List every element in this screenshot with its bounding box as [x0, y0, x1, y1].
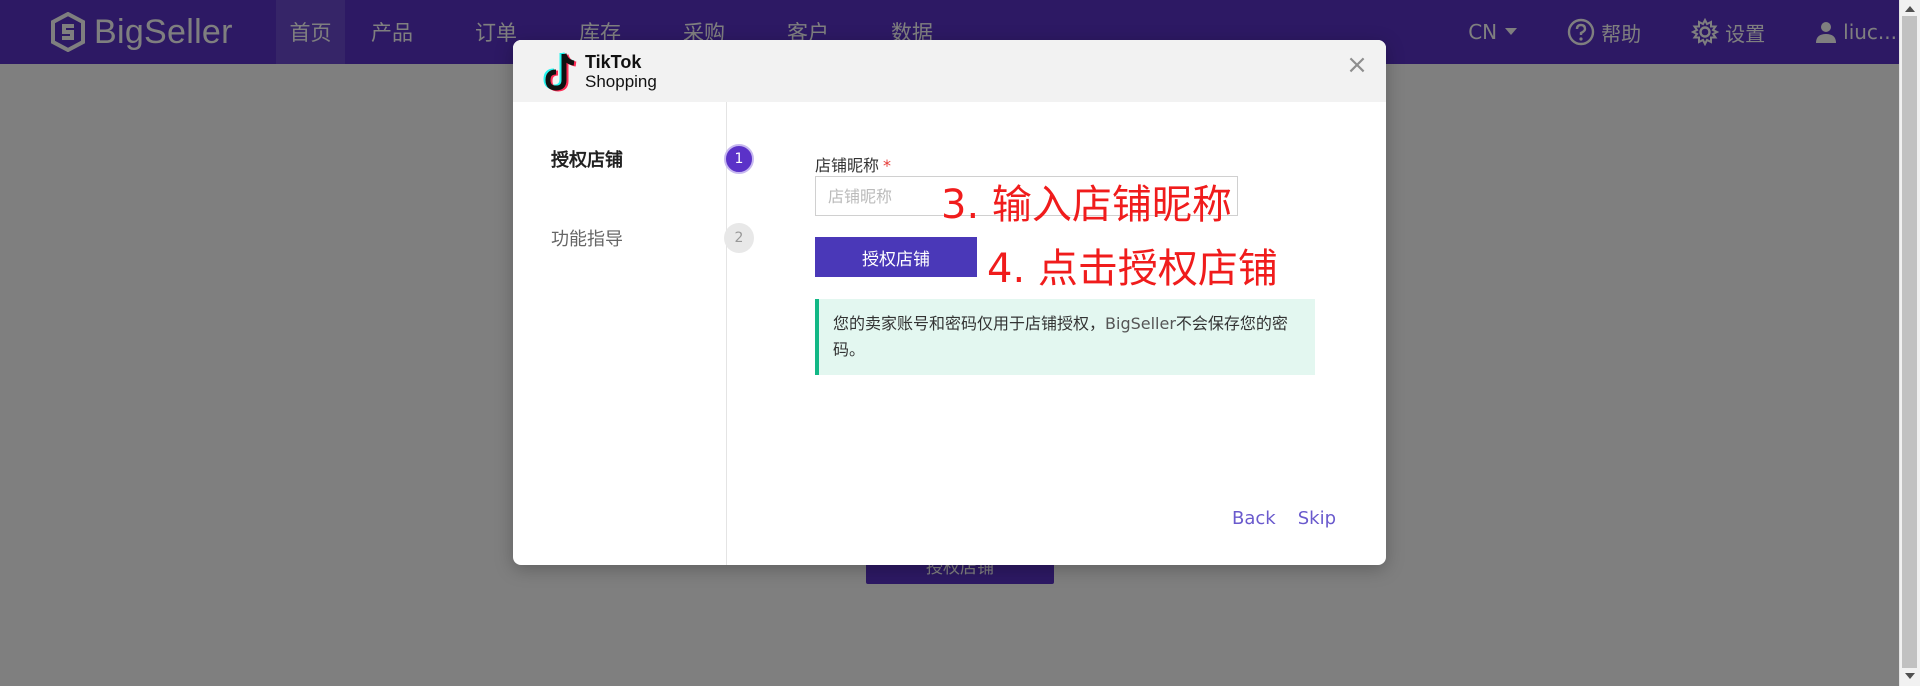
- tiktok-logo-line1: TikTok: [585, 52, 642, 72]
- modal-footer-links: Back Skip: [1210, 508, 1336, 529]
- annotation-step3: 3. 输入店铺昵称: [941, 182, 1232, 228]
- step-item-authorize[interactable]: 授权店铺 1: [551, 144, 754, 174]
- step-number-badge: 2: [724, 223, 754, 253]
- annotation-step4: 4. 点击授权店铺: [987, 246, 1278, 292]
- notice-text-pre: 您的卖家账号和密码仅用于店铺授权，: [833, 314, 1106, 333]
- tiktok-icon: [543, 52, 577, 92]
- back-link[interactable]: Back: [1232, 508, 1276, 529]
- tiktok-shopping-logo: TikTok Shopping: [543, 50, 657, 94]
- step-number-badge: 1: [724, 144, 754, 174]
- close-icon[interactable]: ×: [1346, 52, 1368, 78]
- step-label: 授权店铺: [551, 150, 623, 171]
- skip-link[interactable]: Skip: [1298, 508, 1336, 529]
- auth-form: 店铺昵称* 3. 输入店铺昵称 授权店铺 4. 点击授权店铺 您的卖家账号和密码…: [815, 152, 1345, 375]
- step-item-guide[interactable]: 功能指导 2: [551, 223, 754, 253]
- field-label-text: 店铺昵称: [815, 156, 880, 175]
- authorize-store-button[interactable]: 授权店铺: [815, 237, 977, 277]
- step-label: 功能指导: [551, 229, 623, 250]
- security-notice: 您的卖家账号和密码仅用于店铺授权，BigSeller不会保存您的密码。: [815, 299, 1315, 375]
- scrollbar-thumb[interactable]: [1902, 16, 1917, 668]
- modal-header: TikTok Shopping ×: [513, 40, 1386, 102]
- scroll-down-arrow-icon[interactable]: [1905, 673, 1915, 679]
- tiktok-logo-line2: Shopping: [585, 72, 657, 91]
- step-list: 授权店铺 1 功能指导 2: [513, 102, 754, 565]
- scroll-up-arrow-icon[interactable]: [1905, 6, 1915, 12]
- notice-brand: BigSeller: [1105, 314, 1176, 333]
- tiktok-auth-modal: TikTok Shopping × 授权店铺 1 功能指导 2 店铺昵称* 3.…: [513, 40, 1386, 565]
- required-mark: *: [883, 156, 892, 175]
